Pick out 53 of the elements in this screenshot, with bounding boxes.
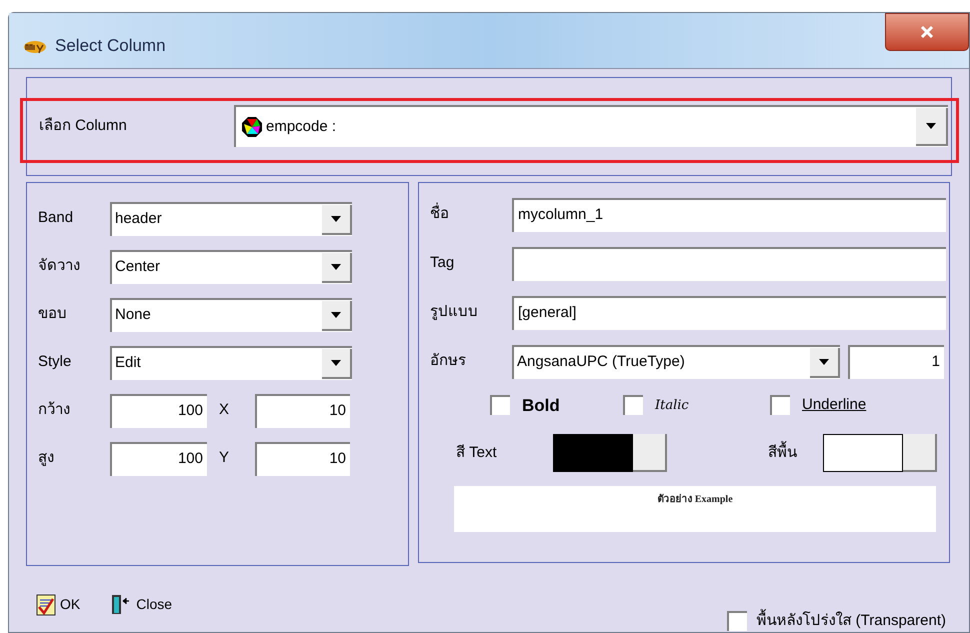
input-field[interactable]: [general] [512, 296, 946, 330]
color-label: สี Text [456, 442, 498, 463]
checkbox[interactable] [623, 395, 643, 416]
dropdown[interactable]: header [110, 202, 352, 236]
style-label: Bold [522, 394, 560, 416]
field-label: จัดวาง [38, 256, 81, 276]
window-title: Select Column [55, 35, 166, 57]
field-label: Band [38, 208, 74, 228]
field-label: เลือก Column [39, 116, 128, 136]
field-label: Tag [430, 253, 456, 274]
field-label: ขอบ [38, 304, 68, 324]
input-field[interactable]: mycolumn_1 [512, 198, 946, 232]
color-label: สีพื้น [768, 442, 823, 464]
close-button[interactable] [885, 13, 969, 51]
input-field[interactable]: 10 [255, 394, 350, 428]
checklist-icon [36, 594, 56, 616]
field-label: Style [38, 352, 72, 372]
caret-icon [331, 312, 341, 318]
font-dropdown[interactable]: AngsanaUPC (TrueType) [512, 344, 840, 378]
column-dropdown[interactable]: empcode : [234, 105, 948, 147]
axis-label: Y [218, 448, 230, 468]
color-picker[interactable] [553, 434, 667, 472]
caret-icon [819, 358, 829, 364]
input-field[interactable]: 100 [110, 394, 207, 428]
checkbox-label: พื้นหลังโปร่งใส (Transparent) [756, 610, 946, 632]
field-label: รูปแบบ [430, 302, 479, 322]
checkbox[interactable] [770, 395, 790, 416]
ok-button[interactable]: OK [36, 594, 80, 616]
input-field[interactable]: 100 [110, 442, 207, 476]
color-picker[interactable] [823, 434, 937, 472]
field-label: สูง [38, 448, 55, 468]
checkbox[interactable] [490, 395, 510, 416]
dropdown[interactable]: Edit [110, 346, 352, 380]
caret-icon [331, 264, 341, 270]
field-label: กว้าง [38, 400, 71, 420]
input-field[interactable]: 10 [255, 442, 350, 476]
style-label: Underline [802, 395, 866, 415]
axis-label: X [218, 400, 230, 420]
caret-icon [331, 216, 341, 222]
dropdown[interactable]: None [110, 298, 352, 332]
field-label: อักษร [430, 351, 467, 372]
caret-icon [926, 123, 936, 129]
input-field[interactable]: 1 [848, 344, 944, 378]
caret-icon [331, 360, 341, 366]
field-label: ชื่อ [430, 203, 512, 226]
close-icon [920, 26, 934, 38]
pie-icon [241, 116, 263, 138]
checkbox[interactable] [726, 610, 747, 631]
preview-text: ตัวอย่าง Example [657, 492, 733, 507]
close-button[interactable]: Close [110, 594, 172, 616]
style-label: Italic [655, 396, 689, 414]
input-field[interactable] [512, 246, 946, 280]
dropdown[interactable]: Center [110, 250, 352, 284]
